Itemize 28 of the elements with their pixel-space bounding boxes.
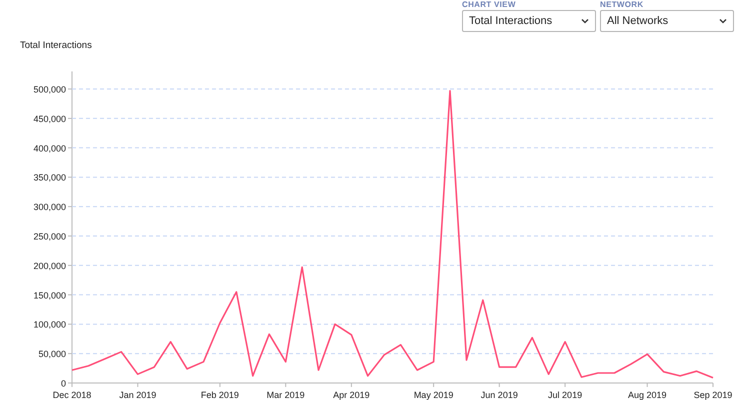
y-tick-label: 300,000 [33,202,66,212]
x-tick-label: May 2019 [414,390,454,400]
x-tick-label: Aug 2019 [628,390,667,400]
y-tick-label: 50,000 [38,349,66,360]
x-tick-label: Feb 2019 [200,390,239,400]
x-tick-label: Apr 2019 [333,390,370,400]
y-tick-label: 350,000 [33,172,66,183]
axis-title: Total Interactions [20,40,92,51]
dropdown[interactable]: Total Interactions [462,10,596,32]
x-tick-label: Jul 2019 [548,390,582,400]
caret-icon [581,18,589,24]
x-tick-label: Jun 2019 [480,390,518,400]
y-tick-label: 100,000 [33,320,66,330]
filter-label: NETWORK [600,0,644,9]
y-tick-label: 200,000 [33,260,66,271]
x-tick-label: Jan 2019 [119,390,156,400]
y-tick-label: 400,000 [33,143,66,154]
filter-label: CHART VIEW [462,0,517,9]
dropdown[interactable]: All Networks [600,10,734,32]
y-tick-label: 500,000 [33,84,66,94]
x-tick-label: Dec 2018 [52,390,92,400]
caret-icon [719,18,727,24]
y-tick-label: 0 [60,378,66,388]
y-tick-label: 250,000 [33,232,66,242]
y-tick-label: 450,000 [33,114,66,124]
y-tick-label: 150,000 [33,290,66,300]
x-tick-label: Mar 2019 [266,390,305,400]
x-tick-label: Sep 2019 [694,390,732,400]
